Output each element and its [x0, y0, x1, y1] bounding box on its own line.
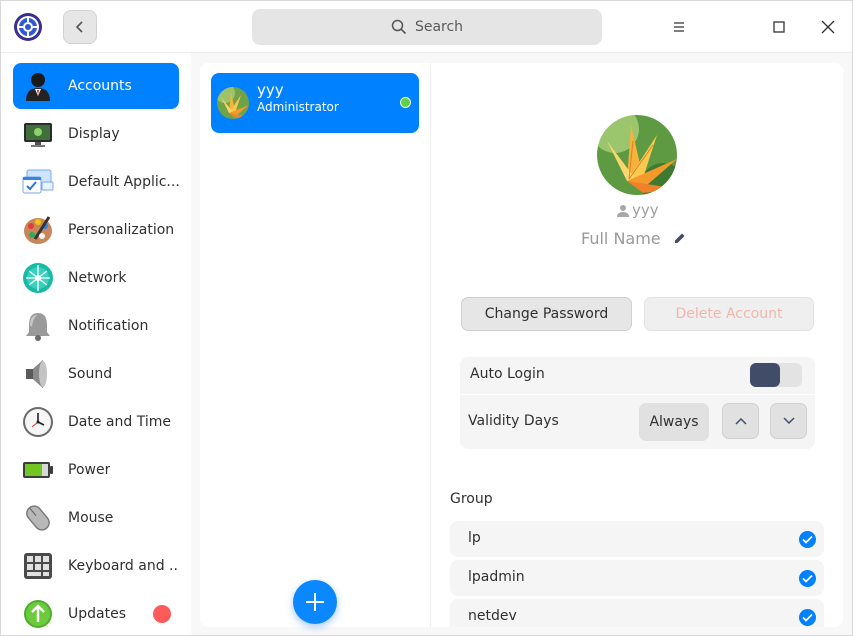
menu-button[interactable] [666, 13, 692, 41]
user-name: yyy [257, 81, 284, 99]
group-name: netdev [468, 608, 517, 624]
decrease-button[interactable] [770, 403, 807, 439]
sound-icon [21, 357, 55, 391]
user-icon [617, 204, 629, 217]
clock-icon [21, 405, 55, 439]
control-center-window: Search Accounts Display Default Applic..… [0, 0, 853, 636]
group-name: lp [468, 530, 481, 546]
mouse-icon [21, 501, 55, 535]
sidebar-item-mouse[interactable]: Mouse [13, 495, 179, 541]
updates-icon [21, 597, 55, 631]
search-icon [391, 19, 407, 35]
titlebar: Search [1, 1, 852, 53]
sidebar: Accounts Display Default Applic... Perso… [1, 53, 191, 635]
sidebar-item-date-and-time[interactable]: Date and Time [13, 399, 179, 445]
sidebar-item-label: Keyboard and ... [68, 558, 179, 574]
account-detail-panel: yyy Full Name Change Password Delete Acc… [431, 63, 843, 627]
sidebar-item-label: Date and Time [68, 414, 171, 430]
row-divider [460, 394, 815, 395]
edit-icon[interactable] [673, 232, 686, 245]
app-logo-icon [13, 12, 43, 42]
close-icon [821, 20, 835, 34]
personalization-icon [21, 213, 55, 247]
sidebar-item-label: Sound [68, 366, 113, 382]
sidebar-item-label: Accounts [68, 78, 132, 94]
chevron-down-icon [782, 417, 795, 425]
check-icon [799, 609, 816, 626]
add-user-button[interactable] [293, 580, 337, 624]
group-row-lp[interactable]: lp [450, 521, 824, 557]
battery-icon [21, 453, 55, 487]
check-icon [799, 531, 816, 548]
sidebar-item-updates[interactable]: Updates [13, 591, 179, 635]
sidebar-item-sound[interactable]: Sound [13, 351, 179, 397]
group-row-netdev[interactable]: netdev [450, 599, 824, 627]
full-name-field: Full Name [581, 229, 686, 248]
sidebar-item-default-applications[interactable]: Default Applic... [13, 159, 179, 205]
chevron-up-icon [734, 417, 747, 425]
sidebar-item-label: Updates [68, 606, 126, 622]
back-icon [75, 21, 83, 33]
account-username: yyy [617, 201, 659, 219]
check-icon [799, 570, 816, 587]
network-icon [21, 261, 55, 295]
account-username-text: yyy [632, 201, 659, 219]
sidebar-item-network[interactable]: Network [13, 255, 179, 301]
online-status-dot [400, 97, 411, 108]
delete-account-button[interactable]: Delete Account [644, 297, 814, 331]
keyboard-icon [21, 549, 55, 583]
accounts-icon [21, 69, 55, 103]
auto-login-toggle[interactable] [750, 363, 802, 387]
sidebar-item-power[interactable]: Power [13, 447, 179, 493]
search-input[interactable]: Search [252, 9, 602, 45]
toggle-knob [750, 363, 780, 387]
sidebar-item-accounts[interactable]: Accounts [13, 63, 179, 109]
full-name-text: Full Name [581, 229, 661, 248]
validity-days-value[interactable]: Always [639, 403, 709, 441]
menu-icon [674, 22, 684, 32]
sidebar-item-notification[interactable]: Notification [13, 303, 179, 349]
maximize-icon [773, 21, 785, 33]
auto-login-label: Auto Login [470, 366, 545, 382]
login-settings-group: Auto Login Validity Days Always [460, 357, 815, 449]
plus-icon [306, 593, 324, 611]
sidebar-item-label: Notification [68, 318, 149, 334]
sidebar-item-keyboard[interactable]: Keyboard and ... [13, 543, 179, 589]
sidebar-item-label: Network [68, 270, 127, 286]
change-password-button[interactable]: Change Password [461, 297, 632, 331]
back-button[interactable] [63, 10, 97, 44]
maximize-button[interactable] [766, 13, 792, 41]
validity-days-label: Validity Days [468, 413, 559, 429]
sidebar-item-label: Display [68, 126, 120, 142]
default-apps-icon [21, 165, 55, 199]
group-name: lpadmin [468, 569, 525, 585]
increase-button[interactable] [722, 403, 759, 439]
notification-icon [21, 309, 55, 343]
avatar [217, 87, 249, 119]
sidebar-item-label: Default Applic... [68, 174, 179, 190]
account-avatar[interactable] [597, 115, 677, 195]
update-badge [153, 605, 171, 623]
sidebar-item-label: Mouse [68, 510, 114, 526]
group-section-title: Group [450, 491, 493, 507]
user-list-panel: yyy Administrator [200, 63, 430, 627]
user-role: Administrator [257, 100, 339, 114]
user-list-item[interactable]: yyy Administrator [211, 73, 419, 133]
sidebar-item-label: Power [68, 462, 111, 478]
close-button[interactable] [815, 13, 841, 41]
group-row-lpadmin[interactable]: lpadmin [450, 560, 824, 596]
search-placeholder: Search [414, 19, 464, 35]
sidebar-item-display[interactable]: Display [13, 111, 179, 157]
display-icon [21, 117, 55, 151]
sidebar-item-personalization[interactable]: Personalization [13, 207, 179, 253]
sidebar-item-label: Personalization [68, 222, 175, 238]
